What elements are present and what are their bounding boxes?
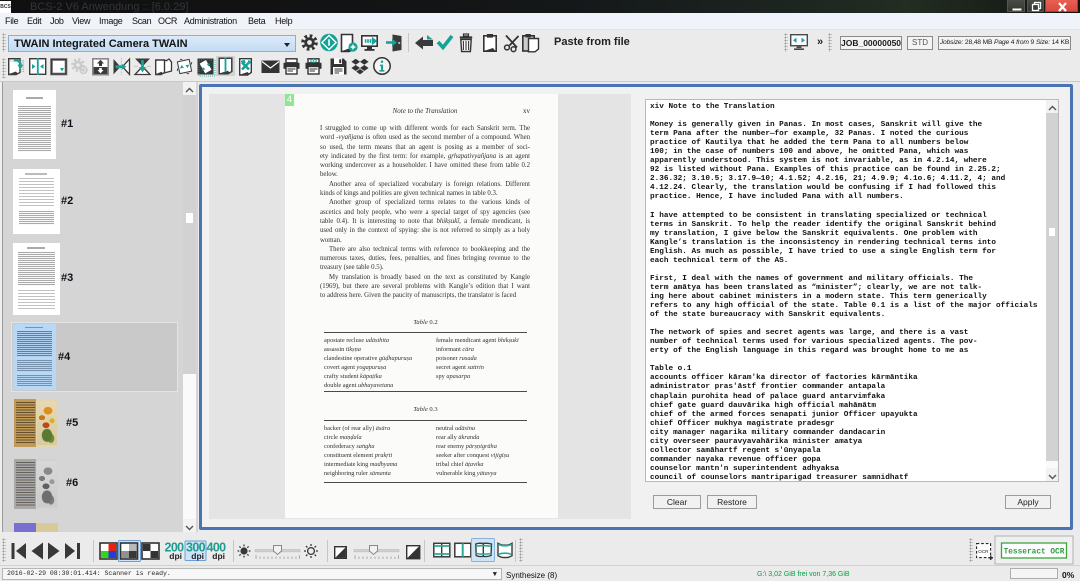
svg-text:OCR: OCR	[978, 549, 989, 554]
svg-text:dpi: dpi	[169, 551, 182, 561]
svg-text:Tesseract OCR: Tesseract OCR	[1004, 549, 1065, 557]
svg-text:dpi: dpi	[212, 551, 225, 561]
svg-text:dpi: dpi	[191, 551, 204, 561]
